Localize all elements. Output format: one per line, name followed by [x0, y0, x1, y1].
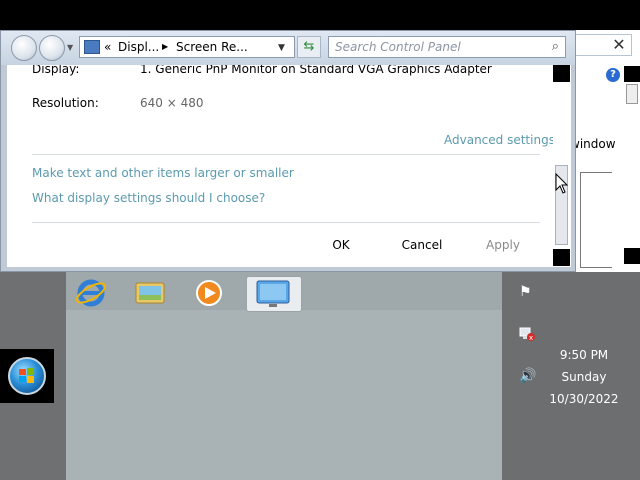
top-black-bar: [0, 0, 640, 30]
action-center-flag-icon[interactable]: ⚑: [519, 284, 532, 300]
scrollbar-bottom-block: [553, 249, 570, 266]
start-button[interactable]: [0, 349, 54, 403]
display-settings-icon: [256, 280, 290, 307]
network-icon[interactable]: x: [518, 326, 536, 346]
display-settings-taskbar-button[interactable]: [246, 276, 302, 312]
tray-date[interactable]: 10/30/2022: [548, 392, 620, 406]
background-window-text: window: [570, 137, 616, 151]
scrollbar-top-block: [553, 65, 570, 82]
window-content: Display: 1. Generic PnP Monitor on Stand…: [7, 65, 571, 267]
divider: [32, 154, 540, 155]
display-label: Display:: [32, 65, 80, 76]
back-button[interactable]: [11, 35, 37, 61]
svg-text:x: x: [529, 334, 533, 342]
resolution-dropdown[interactable]: 640 × 480: [140, 96, 204, 110]
background-scroll-bottom: [624, 248, 640, 264]
search-input[interactable]: Search Control Panel ⌕: [328, 36, 566, 58]
recent-pages-chevron-icon[interactable]: ▼: [67, 43, 73, 52]
background-scroll-top: [624, 66, 640, 82]
breadcrumb-display[interactable]: Displ...: [118, 40, 159, 54]
tray-time[interactable]: 9:50 PM: [548, 348, 620, 362]
text-size-link[interactable]: Make text and other items larger or smal…: [32, 166, 294, 180]
volume-icon[interactable]: 🔊: [519, 368, 536, 384]
internet-explorer-icon[interactable]: [74, 276, 108, 310]
help-icon[interactable]: ?: [606, 68, 620, 82]
background-frame: [580, 172, 612, 268]
cancel-button[interactable]: Cancel: [391, 238, 453, 252]
close-icon[interactable]: ✕: [604, 36, 634, 54]
advanced-settings-link[interactable]: Advanced settings: [444, 133, 555, 147]
apply-button[interactable]: Apply: [473, 238, 533, 252]
media-player-icon[interactable]: [192, 276, 226, 310]
display-help-link[interactable]: What display settings should I choose?: [32, 191, 265, 205]
address-prefix[interactable]: «: [104, 40, 111, 54]
display-dropdown[interactable]: 1. Generic PnP Monitor on Standard VGA G…: [140, 65, 492, 76]
control-panel-icon: [84, 40, 100, 54]
forward-button[interactable]: [39, 35, 65, 61]
search-icon[interactable]: ⌕: [552, 39, 559, 54]
refresh-icon[interactable]: ⇆: [297, 36, 321, 58]
breadcrumb-separator-icon[interactable]: ▶: [162, 42, 168, 51]
vertical-scrollbar[interactable]: [553, 65, 571, 267]
breadcrumb-screen-resolution[interactable]: Screen Re...: [176, 40, 248, 54]
windows-flag-icon: [19, 368, 34, 383]
screen-resolution-window: ▼ « Displ... ▶ Screen Re... ▼ ⇆ Search C…: [0, 30, 576, 272]
divider-bottom: [32, 222, 540, 223]
address-dropdown-icon[interactable]: ▼: [278, 43, 285, 53]
mouse-cursor-icon: [555, 173, 569, 194]
tray-day[interactable]: Sunday: [548, 370, 620, 384]
resolution-label: Resolution:: [32, 96, 99, 110]
window-toolbar: ▼ « Displ... ▶ Screen Re... ▼ ⇆ Search C…: [1, 31, 575, 65]
ok-button[interactable]: OK: [311, 238, 371, 252]
search-placeholder: Search Control Panel: [335, 40, 461, 54]
windows-explorer-icon[interactable]: [133, 276, 167, 310]
address-bar[interactable]: « Displ... ▶ Screen Re... ▼: [79, 36, 295, 58]
background-scrollbar[interactable]: [626, 84, 638, 104]
